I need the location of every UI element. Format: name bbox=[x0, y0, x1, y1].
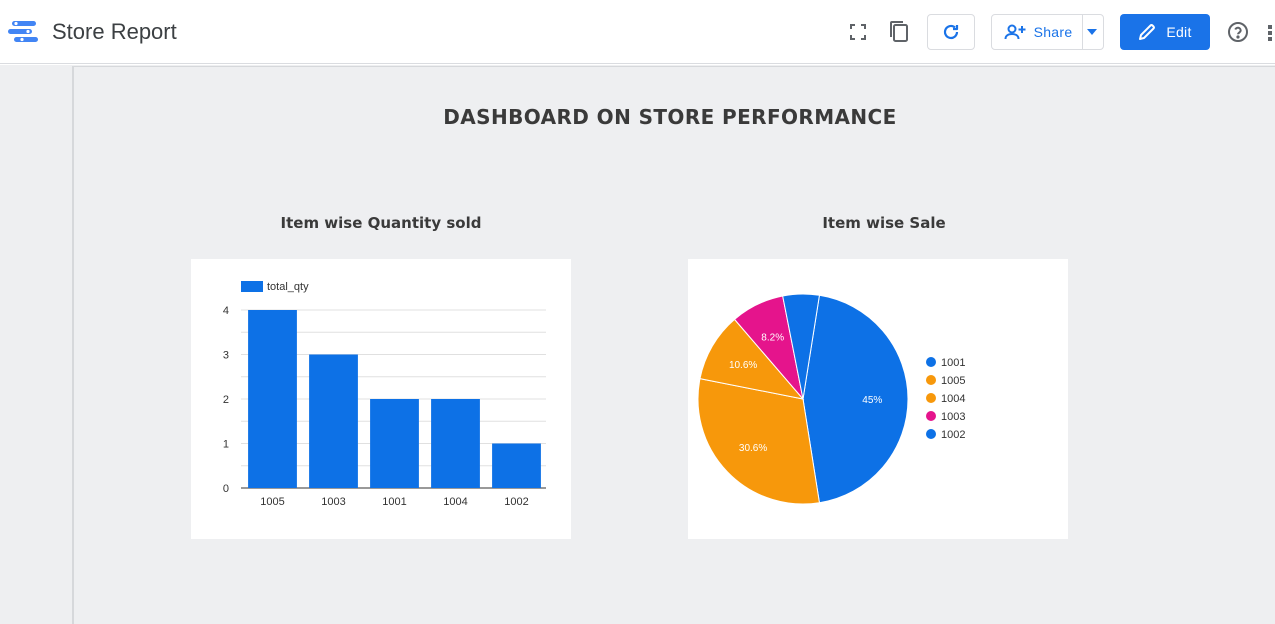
bar-chart-title: Item wise Quantity sold bbox=[280, 214, 482, 232]
pie-chart-title: Item wise Sale bbox=[822, 214, 946, 232]
x-tick-label: 1004 bbox=[443, 496, 467, 508]
bar-chart[interactable]: total_qty 0 1 2 3 4 1005 1003 1001 1004 1002 bbox=[191, 259, 571, 539]
refresh-button[interactable] bbox=[927, 14, 975, 50]
share-label: Share bbox=[1033, 24, 1073, 40]
pencil-icon bbox=[1139, 24, 1156, 40]
legend-dot-1003 bbox=[926, 411, 936, 421]
pie-value-label: 30.6% bbox=[739, 443, 767, 454]
help-icon[interactable] bbox=[1225, 18, 1251, 46]
pie-chart[interactable]: 45% 30.6% 10.6% 8.2% 1001 1005 1004 1003 1002 bbox=[688, 259, 1068, 539]
x-tick-label: 1005 bbox=[260, 496, 284, 508]
pie-slice-1001[interactable] bbox=[802, 294, 909, 504]
legend-dot-1005 bbox=[926, 375, 936, 385]
x-tick-label: 1001 bbox=[382, 496, 406, 508]
report-logo-icon[interactable] bbox=[8, 18, 40, 46]
fullscreen-icon[interactable] bbox=[845, 18, 871, 46]
pie-value-label: 45% bbox=[862, 395, 882, 406]
share-button[interactable]: Share bbox=[991, 14, 1104, 50]
legend-label-1001: 1001 bbox=[941, 357, 965, 369]
legend-label-1003: 1003 bbox=[941, 411, 965, 423]
legend-label-1002: 1002 bbox=[941, 429, 965, 441]
apps-grid-icon[interactable] bbox=[1262, 18, 1275, 46]
legend-dot-1004 bbox=[926, 393, 936, 403]
legend-label-1004: 1004 bbox=[941, 393, 965, 405]
legend-label: total_qty bbox=[267, 281, 309, 293]
bar-1001[interactable] bbox=[370, 399, 419, 488]
y-tick-label: 1 bbox=[223, 439, 229, 451]
pie-value-label: 8.2% bbox=[761, 333, 784, 344]
y-tick-label: 3 bbox=[223, 350, 229, 362]
pie-value-label: 10.6% bbox=[729, 360, 757, 371]
copy-icon[interactable] bbox=[886, 18, 912, 46]
legend-label-1005: 1005 bbox=[941, 375, 965, 387]
add-person-icon bbox=[1004, 24, 1026, 40]
report-title[interactable]: Store Report bbox=[52, 19, 177, 45]
y-tick-label: 2 bbox=[223, 394, 229, 406]
edit-label: Edit bbox=[1166, 24, 1192, 40]
legend-swatch bbox=[241, 281, 263, 292]
share-main-button[interactable]: Share bbox=[994, 15, 1084, 49]
y-tick-label: 4 bbox=[223, 305, 229, 317]
bar-1004[interactable] bbox=[431, 399, 480, 488]
legend-dot-1001 bbox=[926, 357, 936, 367]
bar-1005[interactable] bbox=[248, 310, 297, 488]
y-tick-label: 0 bbox=[223, 483, 229, 495]
top-bar: Store Report Share Edit bbox=[0, 0, 1275, 64]
dashboard-title: DASHBOARD ON STORE PERFORMANCE bbox=[443, 105, 897, 129]
edit-button[interactable]: Edit bbox=[1120, 14, 1210, 50]
x-tick-label: 1002 bbox=[504, 496, 528, 508]
bar-1003[interactable] bbox=[309, 354, 358, 489]
legend-dot-1002 bbox=[926, 429, 936, 439]
bar-chart-panel[interactable]: total_qty 0 1 2 3 4 1005 1003 1001 1004 1002 bbox=[191, 259, 571, 539]
pie-chart-panel[interactable]: 45% 30.6% 10.6% 8.2% 1001 1005 1004 1003 1002 bbox=[688, 259, 1068, 539]
refresh-icon bbox=[943, 24, 959, 40]
bar-1002[interactable] bbox=[492, 443, 541, 489]
caret-down-icon bbox=[1087, 29, 1098, 35]
x-tick-label: 1003 bbox=[321, 496, 345, 508]
share-dropdown-button[interactable] bbox=[1083, 15, 1101, 49]
